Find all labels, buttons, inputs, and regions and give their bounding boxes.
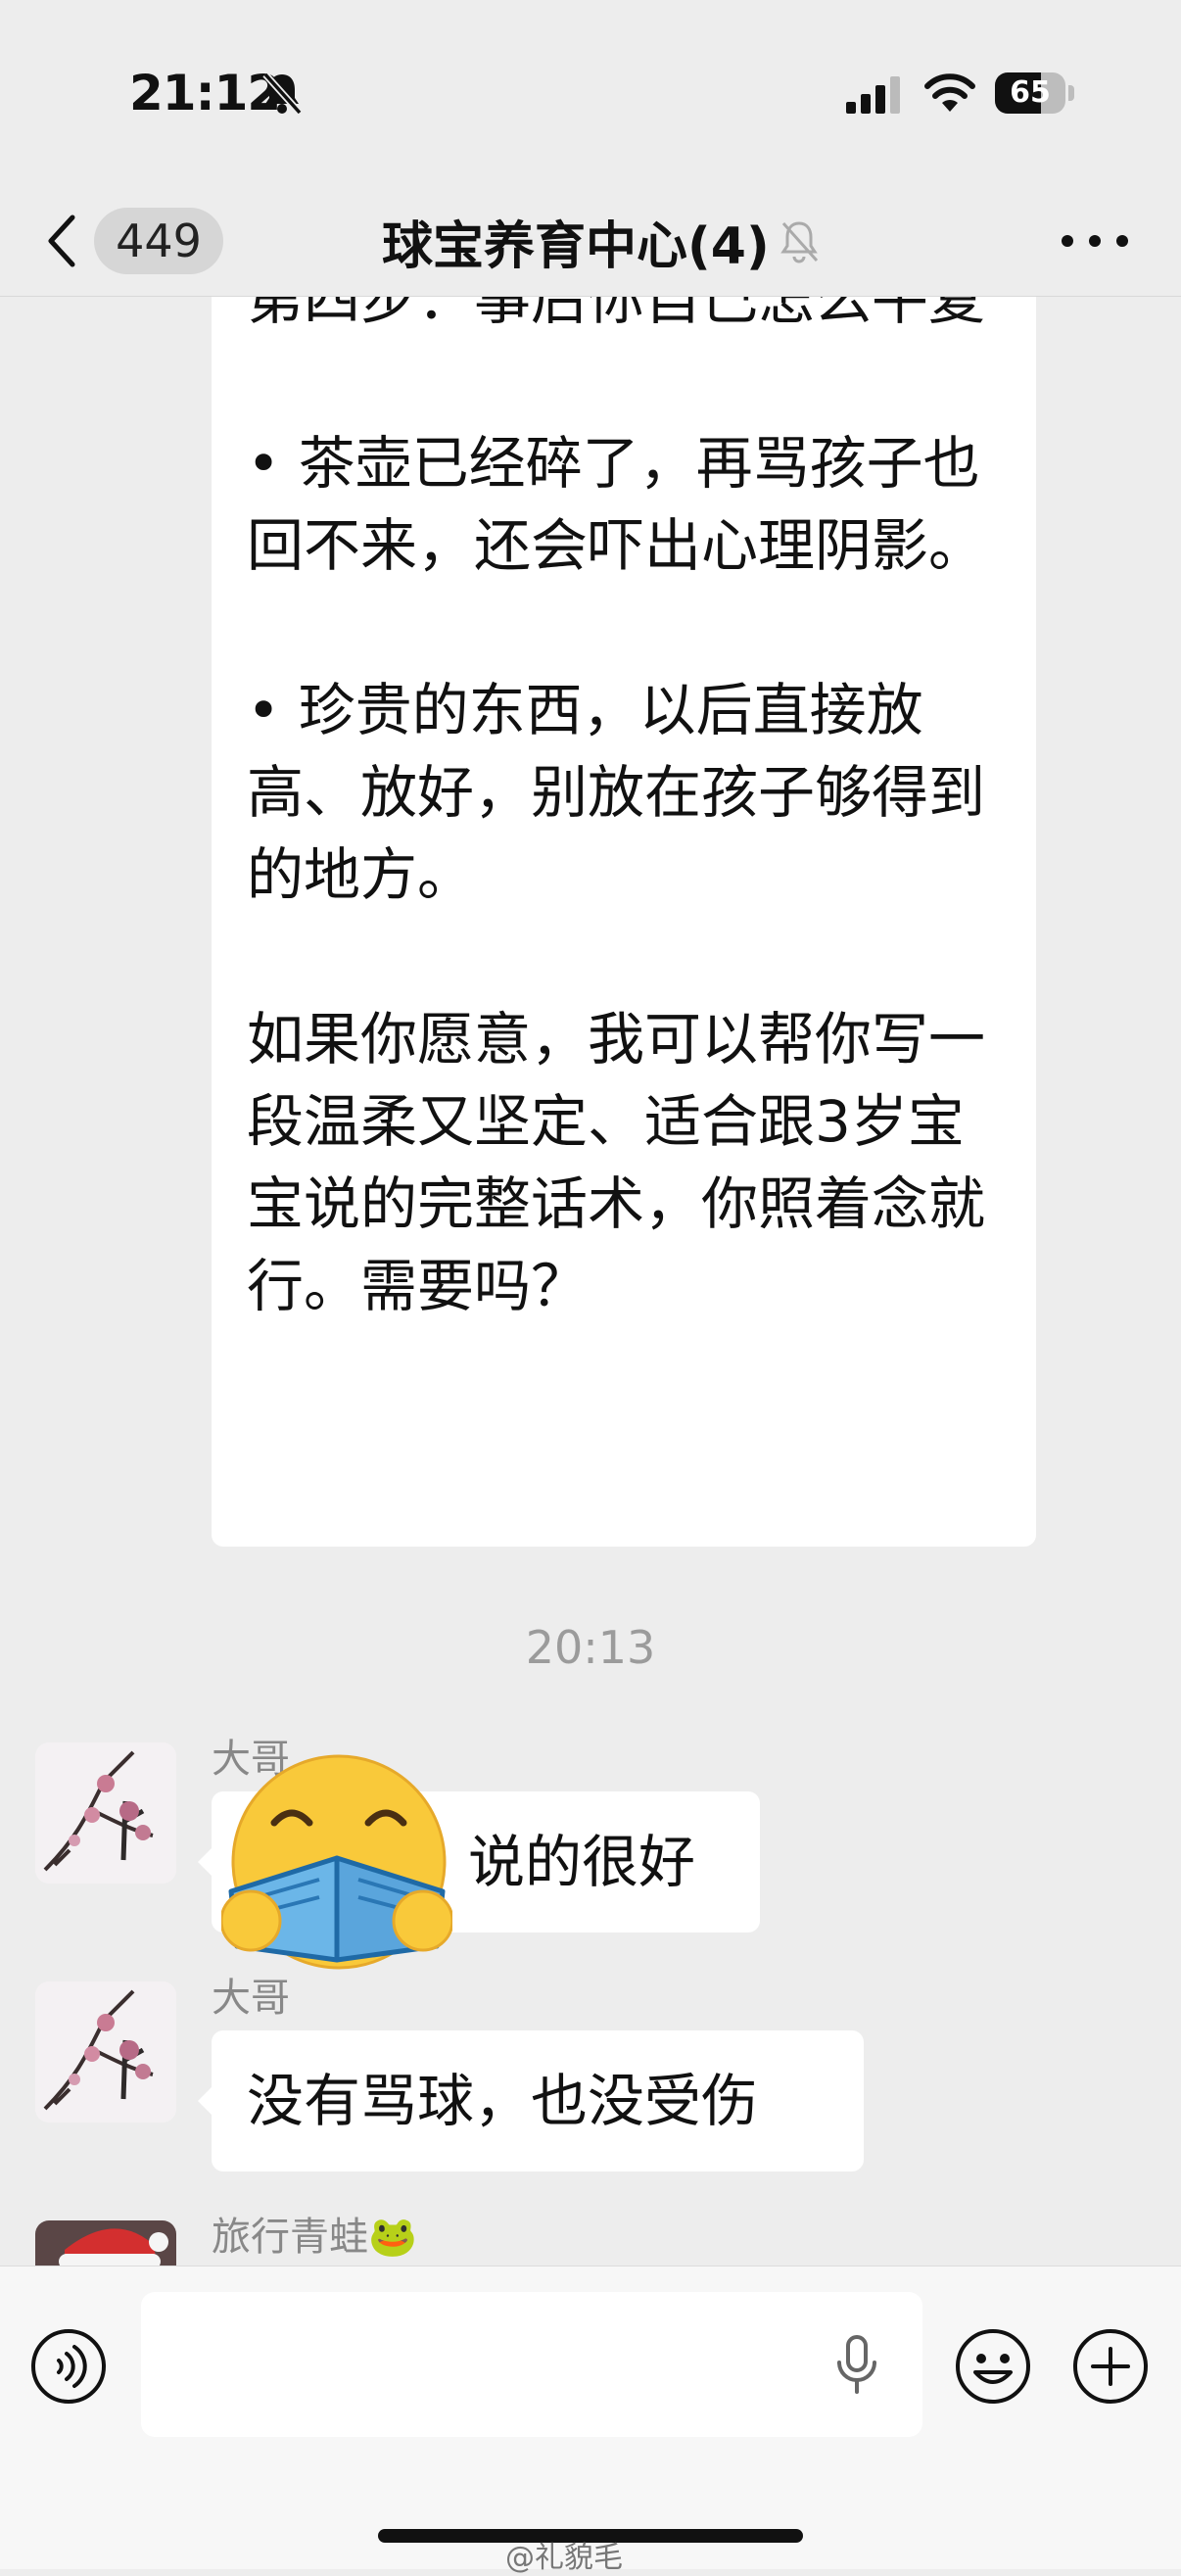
microphone-icon[interactable] <box>834 2335 879 2396</box>
message-text: 说的很好 <box>468 1829 696 1895</box>
smiley-reading-book-sticker[interactable] <box>221 1754 452 1974</box>
message-text: 没有骂球，也没受伤 <box>247 2068 759 2134</box>
message-list[interactable]: 第四步：事后你自己怎么平复 • 茶壶已经碎了，再骂孩子也回不来，还会吓出心理阴影… <box>0 297 1181 2266</box>
plum-blossom-avatar-image <box>35 1981 176 2123</box>
status-time: 21:12 <box>129 65 281 121</box>
avatar[interactable] <box>35 1742 176 1884</box>
paragraph-teapot: • 茶壶已经碎了，再骂孩子也回不来，还会吓出心理阴影。 <box>247 430 986 579</box>
battery-percentage: 65 <box>1010 75 1051 110</box>
status-bar: 21:12 65 <box>0 0 1181 186</box>
message-bubble-long[interactable]: 第四步：事后你自己怎么平复 • 茶壶已经碎了，再骂孩子也回不来，还会吓出心理阴影… <box>212 297 1036 1547</box>
chat-header: 449 球宝养育中心(4) <box>0 186 1181 297</box>
message-timestamp: 20:13 <box>525 1621 656 1674</box>
paragraph-step-four: 第四步：事后你自己怎么平复 <box>247 297 986 332</box>
sender-name: 大哥 <box>212 1976 290 2021</box>
message-text-long: 第四步：事后你自己怎么平复 • 茶壶已经碎了，再骂孩子也回不来，还会吓出心理阴影… <box>247 297 1020 1327</box>
santa-hat-avatar-image <box>35 2220 176 2266</box>
voice-input-icon[interactable] <box>29 2327 108 2406</box>
chat-title: 球宝养育中心(4) <box>382 216 770 276</box>
cellular-signal-icon <box>846 76 900 114</box>
paragraph-offer: 如果你愿意，我可以帮你写一段温柔又坚定、适合跟3岁宝宝说的完整话术，你照着念就行… <box>247 1006 986 1319</box>
wifi-icon <box>924 73 975 112</box>
avatar[interactable] <box>35 2220 176 2266</box>
plum-blossom-avatar-image <box>35 1742 176 1884</box>
unread-count-badge[interactable]: 449 <box>94 208 223 274</box>
message-input[interactable] <box>141 2292 922 2437</box>
message-bubble[interactable]: 没有骂球，也没受伤 <box>198 2030 864 2171</box>
battery-indicator: 65 <box>995 72 1075 116</box>
add-plus-icon[interactable] <box>1071 2327 1150 2406</box>
bell-muted-icon <box>262 72 303 116</box>
chat-title-group[interactable]: 球宝养育中心(4) <box>382 208 821 276</box>
emoji-icon[interactable] <box>954 2327 1032 2406</box>
input-bar <box>0 2266 1181 2569</box>
paragraph-valuables: • 珍贵的东西，以后直接放高、放好，别放在孩子够得到的地方。 <box>247 677 986 908</box>
more-options-icon[interactable] <box>1056 212 1134 270</box>
avatar[interactable] <box>35 1981 176 2123</box>
sender-name: 旅行青蛙🐸 <box>212 2215 417 2260</box>
watermark: @礼貌毛 <box>505 2541 623 2575</box>
muted-bell-icon <box>779 221 818 263</box>
back-chevron-icon[interactable] <box>43 208 82 274</box>
